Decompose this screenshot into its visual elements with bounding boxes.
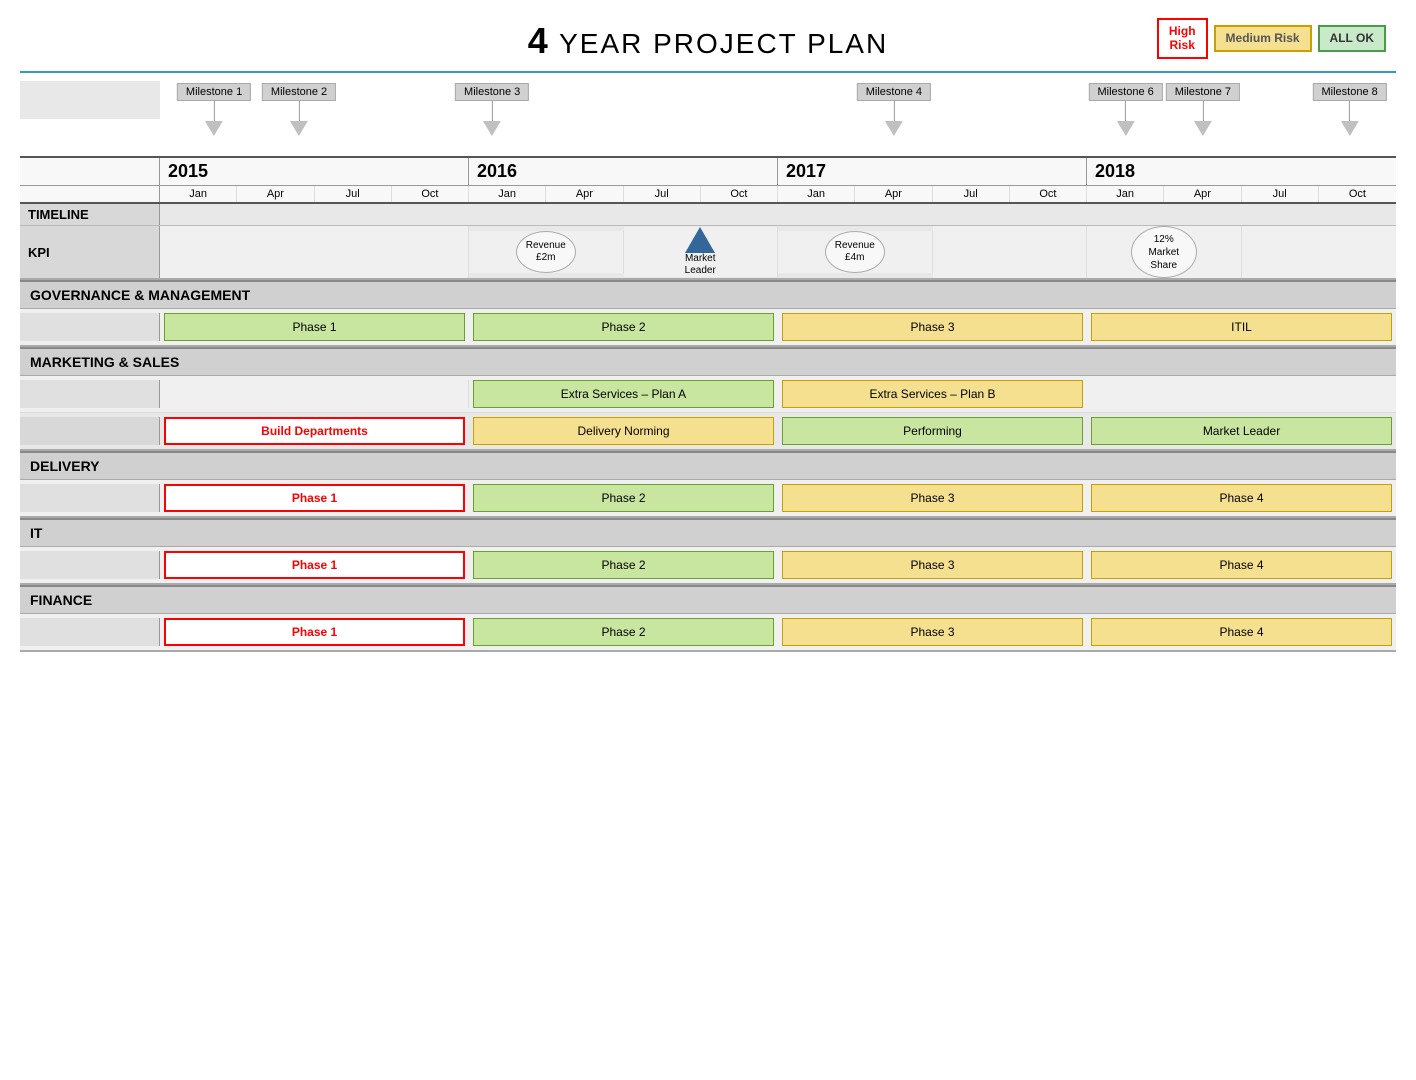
gov-phase1[interactable]: Phase 1 [160, 313, 469, 341]
month-jul-2: Jul [624, 186, 701, 202]
year-2015: 2015 [160, 158, 469, 185]
legend: HighRisk Medium Risk ALL OK [1157, 18, 1386, 59]
marketing-row-1: Extra Services – Plan A Extra Services –… [20, 376, 1396, 413]
month-apr-2: Apr [546, 186, 623, 202]
mkt-performing[interactable]: Performing [778, 417, 1087, 445]
month-jan-2: Jan [469, 186, 546, 202]
main-content: :root { --lw: 140px; --cw: calc((100% - … [20, 81, 1396, 652]
month-oct-4: Oct [1319, 186, 1396, 202]
finance-header-label: FINANCE [20, 587, 1396, 613]
month-oct-1: Oct [392, 186, 469, 202]
gov-phase3[interactable]: Phase 3 [778, 313, 1087, 341]
fin-phase4[interactable]: Phase 4 [1087, 618, 1396, 646]
finance-row-1: Phase 1 Phase 2 Phase 3 Phase 4 [20, 614, 1396, 652]
fin-phase2[interactable]: Phase 2 [469, 618, 778, 646]
marketing-header: MARKETING & SALES [20, 347, 1396, 376]
delivery-header: DELIVERY [20, 451, 1396, 480]
gov-phase2[interactable]: Phase 2 [469, 313, 778, 341]
month-apr-1: Apr [237, 186, 314, 202]
month-jul-1: Jul [315, 186, 392, 202]
timeline-row: TIMELINE [20, 204, 1396, 226]
it-phase2[interactable]: Phase 2 [469, 551, 778, 579]
month-oct-3: Oct [1010, 186, 1087, 202]
it-phase4[interactable]: Phase 4 [1087, 551, 1396, 579]
month-apr-3: Apr [855, 186, 932, 202]
kpi-revenue-2m: Revenue£2m [469, 231, 624, 273]
it-header-label: IT [20, 520, 1396, 546]
month-jan-1: Jan [160, 186, 237, 202]
kpi-market-leader-triangle: MarketLeader [624, 227, 779, 277]
milestone-8: Milestone 8 [1313, 83, 1387, 136]
kpi-label: KPI [20, 226, 160, 278]
del-phase2[interactable]: Phase 2 [469, 484, 778, 512]
milestone-1: Milestone 1 [177, 83, 251, 136]
milestone-3: Milestone 3 [455, 83, 529, 136]
mkt-delivery-norming[interactable]: Delivery Norming [469, 417, 778, 445]
mkt-extra-plan-a[interactable]: Extra Services – Plan A [469, 380, 778, 408]
finance-header: FINANCE [20, 585, 1396, 614]
governance-header-label: GOVERNANCE & MANAGEMENT [20, 282, 1396, 308]
milestone-7: Milestone 7 [1166, 83, 1240, 136]
mkt-build-dept[interactable]: Build Departments [160, 417, 469, 445]
mkt-market-leader[interactable]: Market Leader [1087, 417, 1396, 445]
governance-header: GOVERNANCE & MANAGEMENT [20, 280, 1396, 309]
header-divider [20, 71, 1396, 73]
timeline-label: TIMELINE [20, 204, 160, 225]
milestone-6: Milestone 6 [1088, 83, 1162, 136]
month-jan-4: Jan [1087, 186, 1164, 202]
gov-itil[interactable]: ITIL [1087, 313, 1396, 341]
header: 4 YEAR PROJECT PLAN HighRisk Medium Risk… [20, 10, 1396, 67]
month-oct-2: Oct [701, 186, 778, 202]
it-phase1[interactable]: Phase 1 [160, 551, 469, 579]
fin-phase3[interactable]: Phase 3 [778, 618, 1087, 646]
legend-medium-risk: Medium Risk [1214, 25, 1312, 51]
month-jul-3: Jul [933, 186, 1010, 202]
year-2016: 2016 [469, 158, 778, 185]
it-header: IT [20, 518, 1396, 547]
milestone-4: Milestone 4 [857, 83, 931, 136]
del-phase1[interactable]: Phase 1 [160, 484, 469, 512]
kpi-revenue-4m: Revenue£4m [778, 231, 933, 273]
page-title: 4 YEAR PROJECT PLAN [528, 20, 888, 62]
month-jul-4: Jul [1242, 186, 1319, 202]
fin-phase1[interactable]: Phase 1 [160, 618, 469, 646]
governance-row-1: Phase 1 Phase 2 Phase 3 ITIL [20, 309, 1396, 347]
mkt-extra-plan-b[interactable]: Extra Services – Plan B [778, 380, 1087, 408]
kpi-market-share: 12%MarketShare [1087, 226, 1242, 278]
year-labels-row: 2015 2016 2017 2018 [20, 156, 1396, 186]
it-phase3[interactable]: Phase 3 [778, 551, 1087, 579]
kpi-row: KPI Revenue£2m MarketLeader Revenue£4m [20, 226, 1396, 280]
it-row-1: Phase 1 Phase 2 Phase 3 Phase 4 [20, 547, 1396, 585]
year-2017: 2017 [778, 158, 1087, 185]
marketing-row-2: Build Departments Delivery Norming Perfo… [20, 413, 1396, 451]
month-labels-row: Jan Apr Jul Oct Jan Apr Jul Oct Jan Apr … [20, 186, 1396, 204]
delivery-header-label: DELIVERY [20, 453, 1396, 479]
delivery-row-1: Phase 1 Phase 2 Phase 3 Phase 4 [20, 480, 1396, 518]
month-apr-4: Apr [1164, 186, 1241, 202]
legend-all-ok: ALL OK [1318, 25, 1386, 51]
legend-high-risk: HighRisk [1157, 18, 1208, 59]
month-jan-3: Jan [778, 186, 855, 202]
marketing-header-label: MARKETING & SALES [20, 349, 1396, 375]
del-phase4[interactable]: Phase 4 [1087, 484, 1396, 512]
del-phase3[interactable]: Phase 3 [778, 484, 1087, 512]
milestone-overlay: :root { --lw: 140px; --cw: calc((100% - … [20, 81, 1396, 156]
page: 4 YEAR PROJECT PLAN HighRisk Medium Risk… [0, 0, 1416, 662]
year-2018: 2018 [1087, 158, 1396, 185]
milestone-2: Milestone 2 [262, 83, 336, 136]
